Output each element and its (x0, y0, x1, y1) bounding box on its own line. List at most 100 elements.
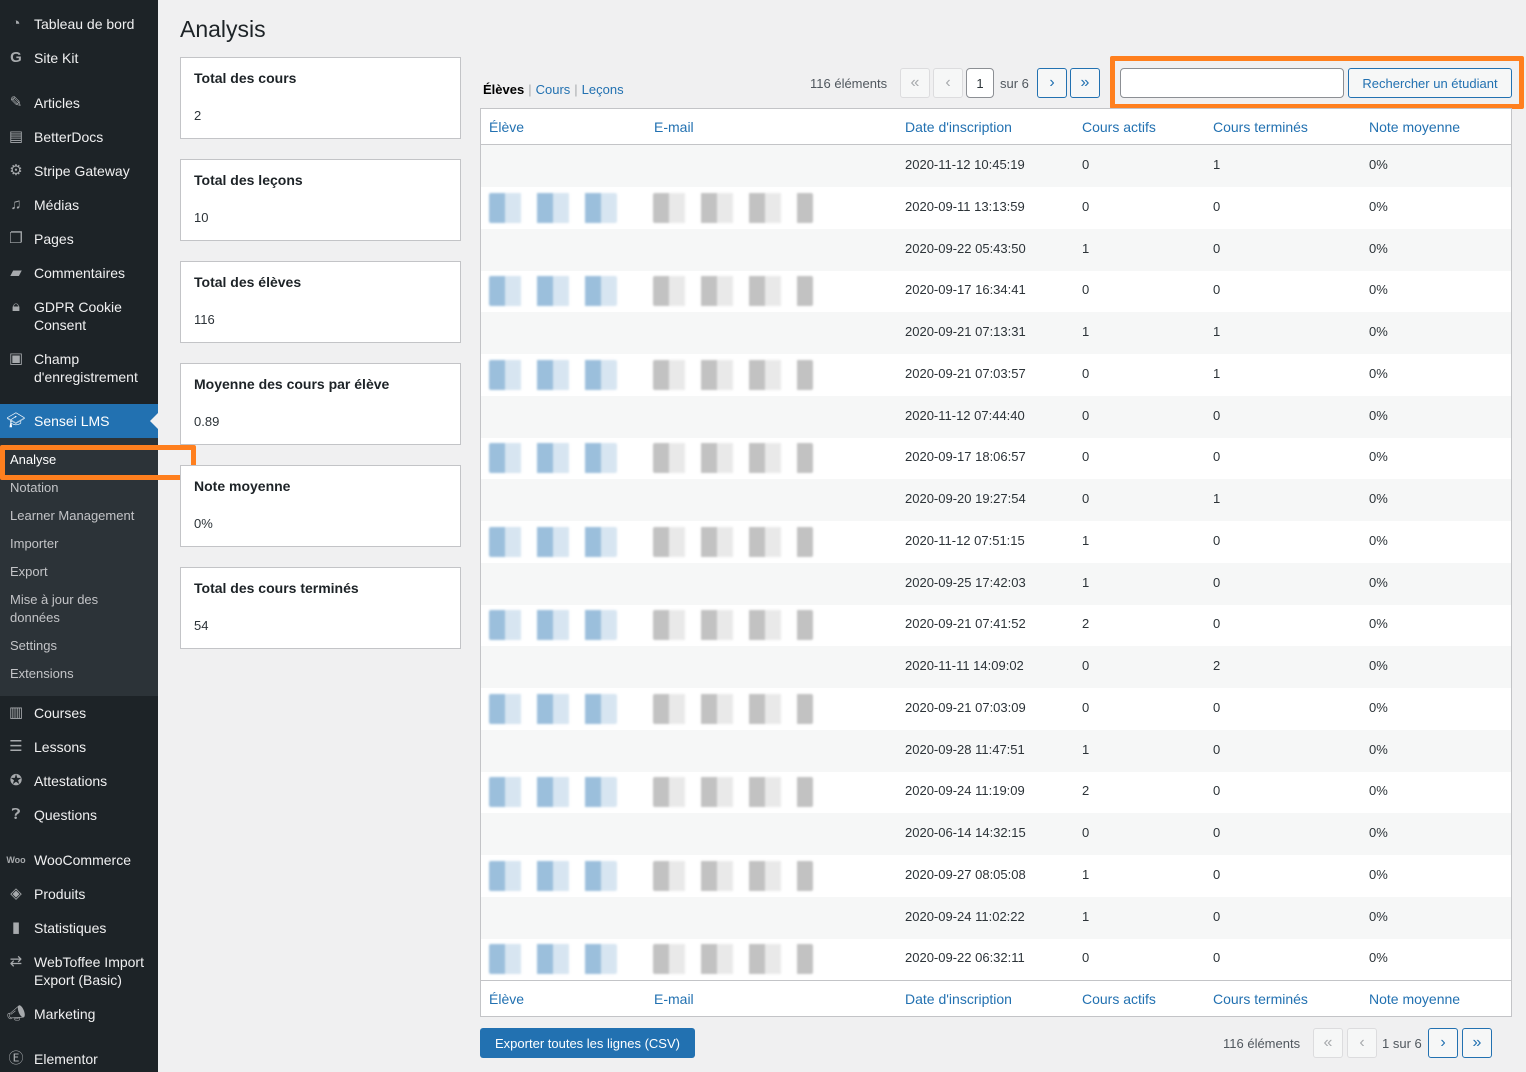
col-footer-email[interactable]: E-mail (654, 991, 694, 1007)
table-row: 2020-09-17 18:06:57 0 0 0% (481, 437, 1511, 479)
cell-date: 2020-11-12 07:44:40 (905, 407, 1025, 423)
export-csv-button[interactable]: Exporter toutes les lignes (CSV) (480, 1028, 695, 1058)
col-header-email[interactable]: E-mail (654, 119, 694, 135)
last-page-button[interactable]: » (1070, 68, 1100, 98)
col-header-completed[interactable]: Cours terminés (1213, 119, 1308, 135)
stat-title: Note moyenne (194, 478, 291, 494)
redacted-email (653, 276, 813, 307)
cell-grade: 0% (1369, 783, 1388, 799)
award-icon: ✪ (9, 772, 23, 789)
menu-label: Stripe Gateway (34, 163, 130, 179)
submenu-mise-a-jour[interactable]: Mise à jour des données (10, 591, 150, 627)
menu-label: Commentaires (34, 265, 126, 281)
menu-commentaires[interactable]: ▰ Commentaires (0, 264, 158, 282)
menu-lessons[interactable]: ☰ Lessons (0, 738, 158, 756)
first-page-button-bottom[interactable]: « (1313, 1028, 1343, 1058)
col-header-grade[interactable]: Note moyenne (1369, 119, 1460, 135)
menu-marketing[interactable]: 📣︎ Marketing (0, 1005, 158, 1023)
menu-dashboard[interactable]: ◔ Tableau de bord (0, 15, 158, 33)
menu-articles[interactable]: ✎ Articles (0, 94, 158, 112)
menu-label: Statistiques (34, 920, 107, 936)
submenu-notation[interactable]: Notation (10, 479, 150, 497)
menu-stripe-gateway[interactable]: ⚙ Stripe Gateway (0, 162, 158, 180)
submenu-importer[interactable]: Importer (10, 535, 150, 553)
submenu-learner-management[interactable]: Learner Management (10, 507, 150, 525)
menu-champ-enregistrement[interactable]: ▣ Champ d'enregistrement (0, 350, 158, 386)
current-page-input[interactable]: 1 (966, 68, 994, 98)
col-footer-date[interactable]: Date d'inscription (905, 991, 1012, 1007)
col-footer-grade[interactable]: Note moyenne (1369, 991, 1460, 1007)
col-header-date[interactable]: Date d'inscription (905, 119, 1012, 135)
menu-site-kit[interactable]: G Site Kit (0, 49, 158, 67)
menu-label: BetterDocs (34, 129, 104, 145)
table-row: 2020-09-24 11:02:22 1 0 0% (481, 896, 1511, 939)
cell-date: 2020-11-12 10:45:19 (905, 157, 1025, 172)
redacted-email (653, 359, 813, 390)
google-g-icon: G (10, 49, 22, 66)
redacted-email (653, 777, 813, 808)
menu-betterdocs[interactable]: ▤ BetterDocs (0, 128, 158, 146)
footer-divider (481, 980, 1511, 981)
menu-label: Articles (34, 95, 80, 111)
submenu-export[interactable]: Export (10, 563, 150, 581)
redacted-student-name (489, 693, 617, 724)
menu-statistiques[interactable]: ▮ Statistiques (0, 919, 158, 937)
col-footer-completed[interactable]: Cours terminés (1213, 991, 1308, 1007)
menu-questions[interactable]: ❓︎ Questions (0, 806, 158, 824)
view-courses[interactable]: Cours (536, 82, 571, 97)
menu-attestations[interactable]: ✪ Attestations (0, 772, 158, 790)
cell-grade: 0% (1369, 950, 1388, 966)
cell-completed-courses: 0 (1213, 198, 1221, 214)
cell-grade: 0% (1369, 658, 1388, 673)
cell-active-courses: 0 (1082, 157, 1090, 172)
cell-date: 2020-09-25 17:42:03 (905, 574, 1026, 590)
prev-page-button-bottom[interactable]: ‹ (1347, 1028, 1377, 1058)
col-footer-student[interactable]: Élève (489, 991, 524, 1007)
redacted-email (653, 860, 813, 891)
cell-grade: 0% (1369, 699, 1388, 715)
menu-elementor[interactable]: Ⓔ Elementor (0, 1050, 158, 1068)
menu-pages[interactable]: ❐ Pages (0, 230, 158, 248)
table-row: 2020-06-14 14:32:15 0 0 0% (481, 813, 1511, 855)
table-row: 2020-09-21 07:13:31 1 1 0% (481, 312, 1511, 354)
col-header-student[interactable]: Élève (489, 119, 524, 135)
prev-page-button[interactable]: ‹ (933, 68, 963, 98)
view-students[interactable]: Élèves (483, 82, 524, 97)
book-icon: ▥ (8, 704, 24, 721)
next-page-button[interactable]: › (1037, 68, 1067, 98)
cell-completed-courses: 1 (1213, 324, 1221, 339)
cell-grade: 0% (1369, 198, 1388, 214)
view-switcher: Élèves | Cours | Leçons (483, 82, 624, 97)
cell-date: 2020-09-22 06:32:11 (905, 950, 1025, 966)
cell-active-courses: 0 (1082, 365, 1090, 381)
menu-courses[interactable]: ▥ Courses (0, 704, 158, 722)
menu-label: Sensei LMS (34, 413, 110, 429)
menu-woocommerce[interactable]: Woo WooCommerce (0, 851, 158, 869)
cell-completed-courses: 0 (1213, 699, 1221, 715)
next-page-button-bottom[interactable]: › (1428, 1028, 1458, 1058)
menu-medias[interactable]: ♫ Médias (0, 196, 158, 214)
last-page-button-bottom[interactable]: » (1462, 1028, 1492, 1058)
table-row: 2020-11-12 07:51:15 1 0 0% (481, 521, 1511, 563)
cell-date: 2020-09-22 05:43:50 (905, 240, 1026, 256)
cell-completed-courses: 1 (1213, 365, 1221, 381)
cell-active-courses: 0 (1082, 407, 1090, 423)
cell-grade: 0% (1369, 574, 1388, 590)
menu-sensei-lms[interactable]: 🎓︎ Sensei LMS (0, 404, 158, 438)
stat-value: 0% (194, 516, 213, 531)
col-footer-active[interactable]: Cours actifs (1082, 991, 1156, 1007)
comment-icon: ▰ (10, 264, 22, 281)
submenu-extensions[interactable]: Extensions (10, 665, 150, 683)
cell-grade: 0% (1369, 491, 1388, 506)
col-header-active[interactable]: Cours actifs (1082, 119, 1156, 135)
first-page-button[interactable]: « (900, 68, 930, 98)
submenu-settings[interactable]: Settings (10, 637, 150, 655)
cell-date: 2020-09-20 19:27:54 (905, 491, 1026, 506)
view-lessons[interactable]: Leçons (582, 82, 624, 97)
media-icon: ♫ (10, 196, 22, 213)
menu-produits[interactable]: ◈ Produits (0, 885, 158, 903)
menu-gdpr-cookie-consent[interactable]: 🔒︎ GDPR Cookie Consent (0, 298, 158, 334)
cell-completed-courses: 2 (1213, 658, 1221, 673)
redacted-email (653, 526, 813, 557)
menu-webtoffee[interactable]: ⇄ WebToffee Import Export (Basic) (0, 953, 158, 989)
